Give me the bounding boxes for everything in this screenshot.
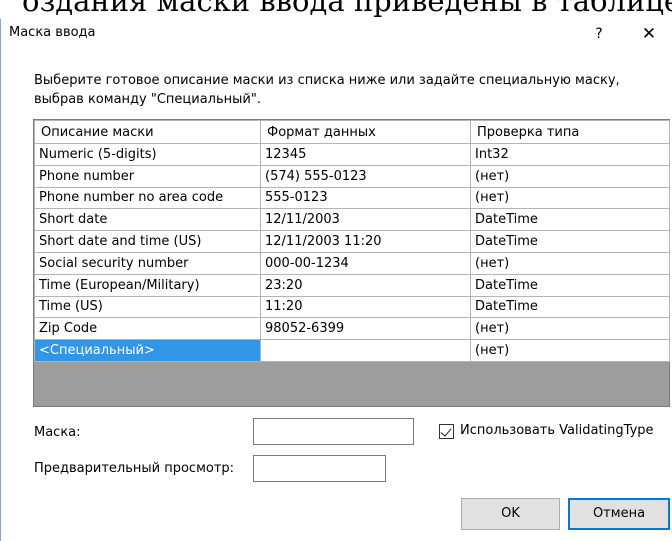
cell-description[interactable]: Short date: [34, 208, 261, 232]
cell-format[interactable]: 12/11/2003 11:20: [260, 230, 471, 253]
table-row[interactable]: Phone number no area code 555-0123 (нет): [34, 186, 670, 210]
cell-format[interactable]: [260, 339, 471, 362]
table-row[interactable]: Time (US) 11:20 DateTime: [34, 295, 670, 319]
cell-validation[interactable]: (нет): [470, 251, 670, 275]
cell-validation[interactable]: DateTime: [470, 273, 670, 297]
background-document-text: оздания маски ввода приведены в таблице: [22, 0, 672, 18]
cell-format[interactable]: 12345: [260, 143, 471, 166]
column-header-description[interactable]: Описание маски: [34, 120, 261, 144]
cell-format[interactable]: 11:20: [260, 295, 471, 319]
cell-validation[interactable]: (нет): [470, 317, 670, 341]
close-icon: ✕: [641, 24, 657, 44]
help-icon: ?: [595, 26, 603, 42]
cell-description[interactable]: Short date and time (US): [34, 230, 261, 253]
preview-label: Предварительный просмотр:: [34, 461, 235, 476]
cell-format[interactable]: 555-0123: [260, 186, 471, 210]
cancel-button[interactable]: Отмена: [568, 498, 670, 530]
title-bar: Маска ввода ? ✕: [1, 19, 672, 51]
ok-button[interactable]: OK: [461, 498, 560, 530]
mask-grid[interactable]: Описание маски Формат данных Проверка ти…: [33, 119, 670, 407]
cell-format[interactable]: 98052-6399: [260, 317, 471, 341]
cell-validation[interactable]: (нет): [470, 339, 670, 362]
cell-validation[interactable]: (нет): [470, 186, 670, 210]
cell-description[interactable]: Time (European/Military): [34, 273, 261, 297]
table-row[interactable]: Short date 12/11/2003 DateTime: [34, 208, 670, 232]
cell-validation[interactable]: (нет): [470, 164, 670, 188]
validating-type-label[interactable]: Использовать ValidatingType: [460, 423, 654, 438]
grid-header-row: Описание маски Формат данных Проверка ти…: [34, 120, 670, 144]
cell-format[interactable]: 12/11/2003: [260, 208, 471, 232]
dialog-title: Маска ввода: [9, 25, 96, 40]
cell-description[interactable]: Time (US): [34, 295, 261, 319]
column-header-validation[interactable]: Проверка типа: [470, 120, 670, 144]
cell-format[interactable]: 000-00-1234: [260, 251, 471, 275]
help-button[interactable]: ?: [585, 21, 613, 47]
table-row[interactable]: Social security number 000-00-1234 (нет): [34, 251, 670, 275]
table-row-selected[interactable]: <Специальный> (нет): [34, 339, 670, 362]
mask-label: Маска:: [34, 425, 81, 440]
cell-validation[interactable]: DateTime: [470, 295, 670, 319]
cell-description[interactable]: Social security number: [34, 251, 261, 275]
cell-description[interactable]: Numeric (5-digits): [34, 143, 261, 166]
table-row[interactable]: Phone number (574) 555-0123 (нет): [34, 164, 670, 188]
cell-description[interactable]: Zip Code: [34, 317, 261, 341]
cell-validation[interactable]: Int32: [470, 143, 670, 166]
table-row[interactable]: Short date and time (US) 12/11/2003 11:2…: [34, 230, 670, 253]
cell-validation[interactable]: DateTime: [470, 208, 670, 232]
table-row[interactable]: Time (European/Military) 23:20 DateTime: [34, 273, 670, 297]
mask-input[interactable]: [253, 418, 414, 445]
cell-description[interactable]: <Специальный>: [34, 339, 261, 362]
table-row[interactable]: Zip Code 98052-6399 (нет): [34, 317, 670, 341]
cell-format[interactable]: (574) 555-0123: [260, 164, 471, 188]
cell-description[interactable]: Phone number: [34, 164, 261, 188]
checkbox-box[interactable]: [439, 424, 454, 439]
column-header-format[interactable]: Формат данных: [260, 120, 471, 144]
table-row[interactable]: Numeric (5-digits) 12345 Int32: [34, 143, 670, 166]
cell-format[interactable]: 23:20: [260, 273, 471, 297]
preview-input[interactable]: [253, 455, 386, 482]
background-document: оздания маски ввода приведены в таблице: [0, 0, 672, 20]
close-button[interactable]: ✕: [629, 21, 669, 47]
cell-description[interactable]: Phone number no area code: [34, 186, 261, 210]
input-mask-dialog: Маска ввода ? ✕ Выберите готовое описани…: [0, 19, 672, 541]
checkmark-icon: [440, 425, 452, 437]
instructions-text: Выберите готовое описание маски из списк…: [34, 73, 620, 107]
cell-validation[interactable]: DateTime: [470, 230, 670, 253]
